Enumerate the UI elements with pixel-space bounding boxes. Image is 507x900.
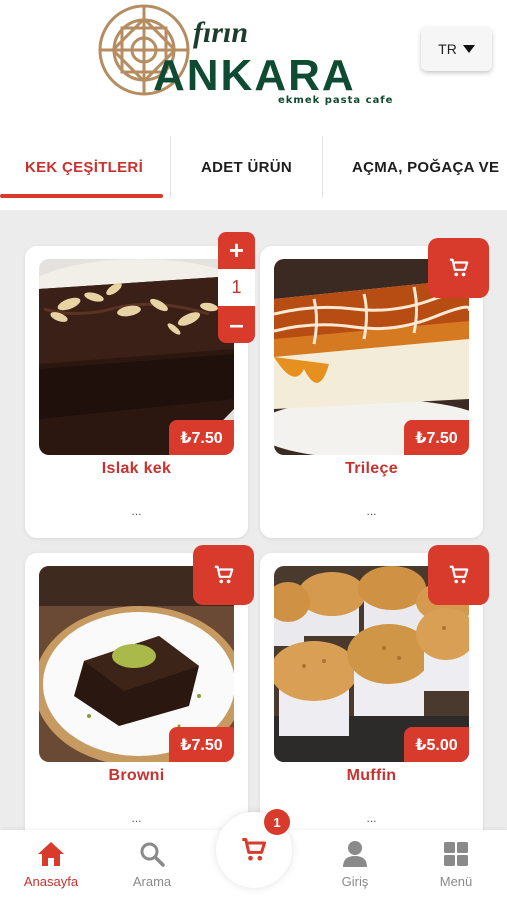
cart-icon — [214, 565, 233, 584]
logo-small-text: fırın — [193, 16, 248, 49]
price-badge: ₺5.00 — [404, 727, 469, 762]
tab-kek-cesitleri[interactable]: KEK ÇEŞİTLERİ — [0, 136, 168, 198]
price-badge: ₺7.50 — [404, 420, 469, 455]
price-badge: ₺7.50 — [169, 727, 234, 762]
language-label: TR — [438, 41, 457, 57]
product-card-muffin[interactable]: ₺5.00 Muffin ... — [260, 545, 489, 845]
language-selector[interactable]: TR — [421, 27, 492, 71]
caret-down-icon — [462, 45, 475, 53]
quantity-value: 1 — [218, 269, 255, 306]
cart-count-badge: 1 — [264, 809, 290, 835]
search-icon — [140, 842, 165, 867]
add-to-cart-button[interactable] — [428, 545, 489, 605]
product-description: ... — [366, 811, 377, 825]
cart-icon — [242, 837, 267, 861]
logo-tagline: ekmek pasta cafe — [278, 95, 393, 106]
product-description: ... — [131, 504, 142, 518]
product-name: Islak kek — [101, 460, 172, 477]
product-name: Trileçe — [345, 460, 398, 477]
increase-quantity-button[interactable]: + — [218, 232, 255, 269]
category-tabs: KEK ÇEŞİTLERİ ADET ÜRÜN AÇMA, POĞAÇA VE — [0, 118, 507, 210]
home-icon — [38, 842, 64, 866]
product-name: Muffin — [346, 767, 397, 784]
product-card-trilece[interactable]: ₺7.50 Trileçe ... — [260, 238, 489, 538]
product-name: Browni — [108, 767, 165, 784]
tab-adet-urun[interactable]: ADET ÜRÜN — [171, 136, 322, 198]
grid-menu-icon — [444, 842, 468, 866]
user-icon — [343, 841, 367, 867]
nav-login[interactable]: Giriş — [310, 838, 400, 894]
tab-acma-pogaca[interactable]: AÇMA, POĞAÇA VE — [323, 136, 507, 198]
add-to-cart-button[interactable] — [428, 238, 489, 298]
product-card-islak-kek[interactable]: ₺7.50 Islak kek ... + 1 – — [25, 232, 255, 538]
product-description: ... — [131, 811, 142, 825]
active-tab-indicator — [0, 194, 163, 198]
nav-home[interactable]: Anasayfa — [6, 838, 96, 894]
cart-icon — [449, 258, 468, 277]
nav-search[interactable]: Arama — [107, 838, 197, 894]
nav-menu[interactable]: Menü — [411, 838, 501, 894]
quantity-stepper: + 1 – — [218, 232, 255, 343]
app-header: fırın ANKARA ekmek pasta cafe TR — [0, 0, 507, 118]
brand-logo-graphic: fırın ANKARA ekmek pasta cafe — [98, 4, 393, 106]
cart-icon — [449, 565, 468, 584]
nav-search-label: Arama — [132, 874, 172, 889]
nav-login-label: Giriş — [341, 874, 369, 889]
product-description: ... — [366, 504, 377, 518]
add-to-cart-button[interactable] — [193, 545, 254, 605]
decrease-quantity-button[interactable]: – — [218, 306, 255, 343]
product-card-browni[interactable]: ₺7.50 Browni ... — [25, 545, 254, 845]
nav-menu-label: Menü — [439, 874, 473, 889]
logo-main-text: ANKARA — [153, 51, 356, 100]
brand-logo[interactable]: fırın ANKARA ekmek pasta cafe — [98, 2, 410, 106]
nav-home-label: Anasayfa — [23, 874, 79, 889]
price-badge: ₺7.50 — [169, 420, 234, 455]
